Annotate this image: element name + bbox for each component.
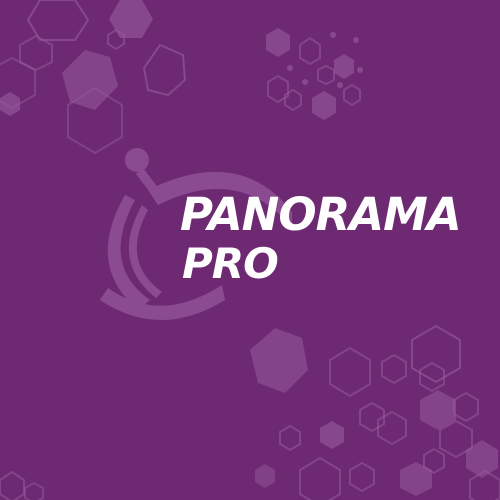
hexagon-pattern-top-left [0,0,187,155]
logo-title: PANORAMA [180,188,462,241]
hero-tile: PANORAMA PRO [0,0,500,500]
hexagon-pattern-bottom-right [250,324,500,500]
hexagon-pattern-top-right [266,28,363,120]
logo-subtitle: PRO [182,239,279,288]
hexagon-pattern-bottom-left [0,470,44,500]
product-logo: PANORAMA PRO [180,188,462,288]
